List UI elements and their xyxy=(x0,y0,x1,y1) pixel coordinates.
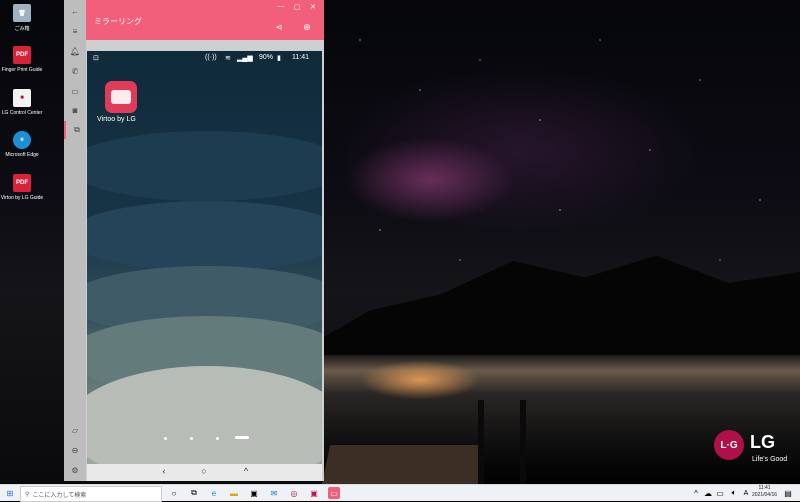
taskbar-date: 2021/04/16 xyxy=(752,492,778,498)
nav-home-button[interactable]: ○ xyxy=(197,466,211,476)
taskbar: ⊞ ⚲ ここに入力して検索 ○ ⧉ e ▬ ▣ ✉ ◎ ▣ ▭ ^ ☁ ▭ 🔈︎… xyxy=(0,484,800,502)
page-indicator-current[interactable] xyxy=(235,436,249,439)
edge-icon: e xyxy=(13,131,31,149)
lg-tagline: Life's Good xyxy=(752,456,788,463)
globe-icon[interactable]: ⊕ xyxy=(300,22,314,33)
phone-screen[interactable]: ⊡ ((·)) ≋ ▂▄▆ 90% ▮ 11:41 Virtoo by LG ⋮… xyxy=(87,51,322,464)
cortana-icon[interactable]: ○ xyxy=(168,487,180,499)
home-app-label: Virtoo by LG xyxy=(97,116,136,123)
settings-icon[interactable]: ⚙ xyxy=(64,461,86,479)
back-arrow-icon[interactable]: ← xyxy=(64,2,86,20)
window-header: ミラーリング — ▢ ✕ ⋖ ⊕ xyxy=(86,0,324,40)
input-indicator[interactable]: A xyxy=(740,487,752,499)
desktop-icon-recycle-bin[interactable]: 🗑 ごみ箱 xyxy=(0,4,44,32)
desktop-icon-label: Microsoft Edge xyxy=(5,152,39,158)
page-indicator-dot[interactable] xyxy=(164,437,167,440)
page-indicator-dot[interactable] xyxy=(190,437,193,440)
call-icon[interactable]: ✆ xyxy=(64,62,86,80)
page-indicator-dot[interactable] xyxy=(216,437,219,440)
volume-icon[interactable]: 🔈︎ xyxy=(728,487,740,499)
message-icon[interactable]: ▭ xyxy=(64,82,86,100)
pier-post xyxy=(478,400,484,484)
lg-emblem: L·G xyxy=(714,430,744,460)
taskbar-time: 11:41 xyxy=(758,485,771,491)
desktop-icon-virtoo-guide[interactable]: PDF Virtoo by LG Guide xyxy=(0,174,44,201)
folder-icon[interactable]: ▱ xyxy=(64,421,86,439)
lg-brand-logo: L·G LG Life's Good xyxy=(714,430,794,470)
lg-control-center-icon: ■ xyxy=(13,89,31,107)
show-hidden-icons[interactable]: ^ xyxy=(690,487,702,499)
nav-recents-button[interactable]: ^ xyxy=(239,466,253,476)
mail-icon[interactable]: ✉ xyxy=(268,487,280,499)
minus-circle-icon[interactable]: ⊖ xyxy=(64,441,86,459)
windows-start-icon[interactable]: ⊞ xyxy=(4,487,16,499)
lg-app-icon[interactable]: ◎ xyxy=(288,487,300,499)
edge-icon[interactable]: e xyxy=(208,487,220,499)
cast-icon: ⊡ xyxy=(93,55,99,62)
wallpaper-wave xyxy=(87,131,322,201)
minimize-button[interactable]: — xyxy=(274,3,288,10)
menu-icon[interactable]: ≡ xyxy=(64,22,86,40)
search-icon: ⚲ xyxy=(25,491,30,498)
close-button[interactable]: ✕ xyxy=(306,3,320,11)
desktop-icon-microsoft-edge[interactable]: e Microsoft Edge xyxy=(0,131,44,158)
network-icon[interactable]: ▭ xyxy=(714,487,726,499)
desktop-icon-label: Finger Print Guide xyxy=(1,67,43,73)
search-placeholder: ここに入力して検索 xyxy=(32,492,87,499)
desktop-icon-finger-print-guide[interactable]: PDF Finger Print Guide xyxy=(0,46,44,73)
share-icon[interactable]: ⋖ xyxy=(272,22,286,33)
vibrate-icon: ((·)) xyxy=(205,54,217,61)
pdf-icon: PDF xyxy=(13,174,31,192)
desktop-icon-label: LG Control Center xyxy=(1,110,43,116)
desktop-icon-label: Virtoo by LG Guide xyxy=(0,195,44,201)
nav-back-button[interactable]: ‹ xyxy=(157,466,171,476)
mirroring-taskbar-icon[interactable]: ▭ xyxy=(328,487,340,499)
notification-icon[interactable]: 🔔︎ xyxy=(64,42,86,60)
desktop-icon-label: ごみ箱 xyxy=(14,26,30,32)
signal-icon: ▂▄▆ xyxy=(237,55,253,62)
wooden-pier xyxy=(322,445,482,484)
mirroring-window: ← ≡ 🔔︎ ✆ ▭ ◙ ⧉ ▱ ⊖ ⚙ ミラーリング — ▢ ✕ ⋖ ⊕ ⊡ … xyxy=(64,0,324,481)
maximize-button[interactable]: ▢ xyxy=(290,3,304,11)
sunset-reflection xyxy=(360,360,480,400)
battery-percent: 90% xyxy=(259,54,274,61)
file-explorer-icon[interactable]: ▬ xyxy=(228,487,240,499)
task-view-icon[interactable]: ⧉ xyxy=(188,487,200,499)
wallpaper-wave xyxy=(87,201,322,271)
virtoo-icon[interactable] xyxy=(105,81,137,113)
desktop-icon-lg-control-center[interactable]: ■ LG Control Center xyxy=(0,89,44,116)
phone-nav-bar: ‹ ○ ^ xyxy=(87,464,322,481)
store-icon[interactable]: ▣ xyxy=(248,487,260,499)
action-center-icon[interactable]: ▤ xyxy=(782,487,794,499)
battery-icon: ▮ xyxy=(277,55,281,62)
pdf-icon: PDF xyxy=(13,46,31,64)
window-title: ミラーリング xyxy=(94,17,142,26)
pier-post xyxy=(520,400,526,484)
camera-icon[interactable]: ◙ xyxy=(64,101,86,119)
wifi-icon: ≋ xyxy=(225,55,231,62)
phone-clock: 11:41 xyxy=(292,54,309,61)
mirroring-icon[interactable]: ⧉ xyxy=(64,121,88,139)
lg-wordmark: LG xyxy=(750,432,775,452)
recycle-bin-icon: 🗑 xyxy=(13,4,31,22)
window-sidebar: ← ≡ 🔔︎ ✆ ▭ ◙ ⧉ ▱ ⊖ ⚙ xyxy=(64,0,86,481)
virtoo-taskbar-icon[interactable]: ▣ xyxy=(308,487,320,499)
wallpaper-wave xyxy=(87,366,322,464)
phone-status-bar: ⊡ ((·)) ≋ ▂▄▆ 90% ▮ 11:41 xyxy=(87,51,322,67)
onedrive-icon[interactable]: ☁ xyxy=(702,487,714,499)
taskbar-clock[interactable]: 11:41 2021/04/16 xyxy=(752,485,777,499)
